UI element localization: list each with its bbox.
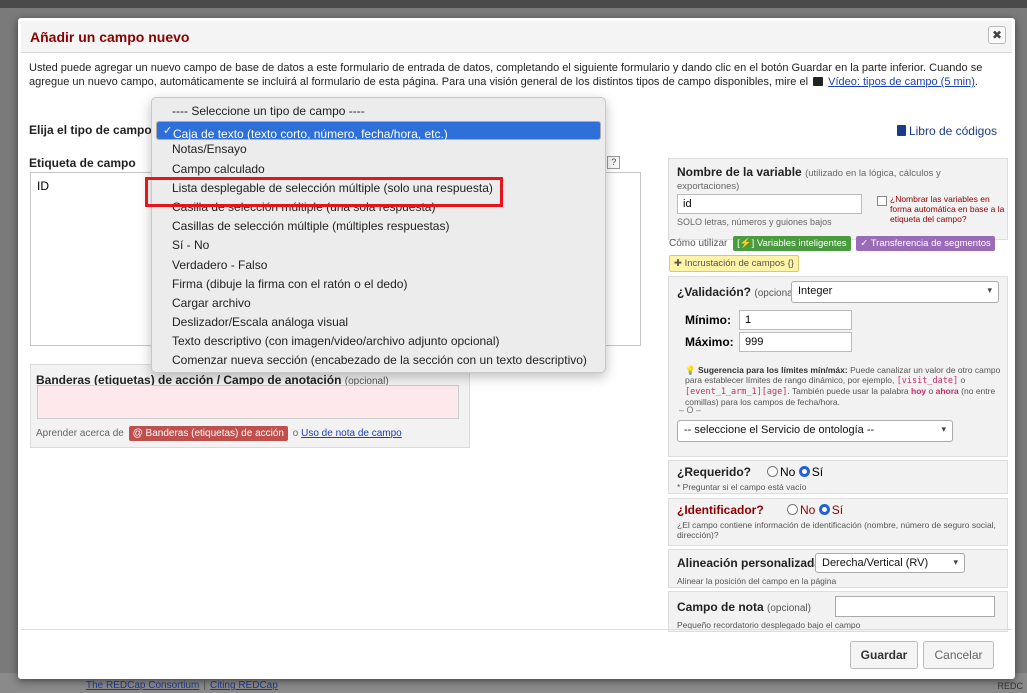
field-type-option[interactable]: Firma (dibuje la firma con el ratón o el… <box>152 275 605 294</box>
dialog-titlebar: Añadir un campo nuevo ✖ <box>21 21 1012 53</box>
ontology-select[interactable]: -- seleccione el Servicio de ontología -… <box>677 420 953 442</box>
field-type-option[interactable]: Notas/Ensayo <box>152 140 605 159</box>
field-type-option[interactable]: Texto descriptivo (con imagen/video/arch… <box>152 332 605 351</box>
field-label-heading: Etiqueta de campo <box>29 156 136 170</box>
validation-label: ¿Validación? (opcional) <box>677 285 799 299</box>
save-button[interactable]: Guardar <box>850 641 918 669</box>
identifier-note: ¿El campo contiene información de identi… <box>677 520 996 540</box>
lightbulb-icon: 💡 <box>685 365 696 375</box>
field-type-label: Elija el tipo de campo <box>29 123 152 137</box>
dialog-title: Añadir un campo nuevo <box>30 29 190 45</box>
smart-variables-button[interactable]: [⚡] Variables inteligentes <box>733 236 851 251</box>
alignment-label: Alineación personalizada <box>677 556 822 570</box>
auto-name-label: ¿Nombrar las variables en forma automáti… <box>890 194 1005 224</box>
citing-link[interactable]: Citing REDCap <box>210 680 278 691</box>
chevron-down-icon: ▾ <box>953 557 958 567</box>
field-type-dropdown: ---- Seleccione un tipo de campo ---- ✓ Ca… <box>151 97 606 373</box>
chevron-down-icon: ▾ <box>987 285 992 295</box>
field-type-option[interactable]: Deslizador/Escala análoga visual <box>152 313 605 332</box>
required-no-radio[interactable] <box>767 466 778 477</box>
checkmark-icon: ✓ <box>163 125 173 138</box>
variable-name-label: Nombre de la variable (utilizado en la l… <box>677 165 941 179</box>
min-max-suggestion: 💡 Sugerencia para los límites mín/máx: P… <box>685 365 1001 407</box>
required-section: ¿Requerido? No Sí * Preguntar si el camp… <box>668 460 1008 494</box>
how-to-row-2: ✚ Incrustación de campos {} <box>669 255 799 272</box>
identifier-yes-radio[interactable] <box>818 504 830 515</box>
required-yes-radio[interactable] <box>798 466 810 477</box>
film-icon <box>813 77 824 86</box>
alignment-select[interactable]: Derecha/Vertical (RV) ▾ <box>815 553 965 573</box>
min-input[interactable]: 1 <box>739 310 852 330</box>
required-label: ¿Requerido? <box>677 465 751 479</box>
highlight-box <box>145 177 503 207</box>
action-tags-button[interactable]: @ Banderas (etiquetas) de acción <box>128 426 288 441</box>
footer-links: The REDCap Consortium | Citing REDCap <box>86 680 278 691</box>
background-header <box>0 0 1027 8</box>
max-label: Máximo: <box>685 335 734 349</box>
variable-name-input[interactable]: id <box>677 194 862 214</box>
field-type-option[interactable]: Campo calculado <box>152 160 605 179</box>
alignment-note: Alinear la posición del campo en la pági… <box>677 576 837 586</box>
variable-name-section: Nombre de la variable (utilizado en la l… <box>668 158 1008 240</box>
or-separator: – O – <box>679 405 702 415</box>
field-note-label: Campo de nota (opcional) <box>677 600 811 614</box>
identifier-no-radio[interactable] <box>787 504 798 515</box>
field-type-option[interactable]: Verdadero - Falso <box>152 256 605 275</box>
video-link[interactable]: Vídeo: tipos de campo (5 min) <box>828 76 975 88</box>
dialog-footer-divider <box>21 629 1012 630</box>
validation-section: ¿Validación? (opcional) Integer ▾ Mínimo:… <box>668 276 1008 457</box>
cancel-button[interactable]: Cancelar <box>923 641 994 669</box>
close-icon[interactable]: ✖ <box>988 26 1006 44</box>
field-type-option[interactable]: Casillas de selección múltiple (múltiple… <box>152 217 605 236</box>
field-type-option[interactable]: Cargar archivo <box>152 294 605 313</box>
field-note-input[interactable] <box>835 596 995 617</box>
identifier-section: ¿Identificador? No Sí ¿El campo contiene… <box>668 498 1008 546</box>
chevron-down-icon: ▾ <box>941 424 946 434</box>
action-tags-section: Banderas (etiquetas) de acción / Campo d… <box>30 364 470 448</box>
how-to-row: Cómo utilizar [⚡] Variables inteligentes… <box>669 236 995 251</box>
consortium-link[interactable]: The REDCap Consortium <box>86 680 199 691</box>
required-note: * Preguntar si el campo está vacío <box>677 482 807 492</box>
required-options: No Sí <box>767 465 823 479</box>
identifier-label: ¿Identificador? <box>677 503 764 517</box>
codebook-link[interactable]: Libro de códigos <box>896 124 997 138</box>
field-embedding-button[interactable]: ✚ Incrustación de campos {} <box>669 255 799 272</box>
field-note-section: Campo de nota (opcional) Pequeño recorda… <box>668 591 1008 632</box>
action-tags-input[interactable] <box>37 385 459 419</box>
help-icon[interactable]: ? <box>607 156 621 169</box>
alignment-section: Alineación personalizada Derecha/Vertica… <box>668 549 1008 588</box>
footer-right-text: REDC <box>997 681 1023 691</box>
identifier-options: No Sí <box>787 503 843 517</box>
intro-text: Usted puede agregar un nuevo campo de ba… <box>29 62 983 88</box>
piping-button[interactable]: ✓ Transferencia de segmentos <box>856 236 995 251</box>
action-tags-learn: Aprender acerca de @ Banderas (etiquetas… <box>36 426 402 441</box>
field-type-option[interactable]: ---- Seleccione un tipo de campo ---- <box>152 102 605 121</box>
auto-name-checkbox[interactable] <box>877 196 887 206</box>
field-type-option[interactable]: Comenzar nueva sección (encabezado de la… <box>152 351 605 370</box>
field-note-link[interactable]: Uso de nota de campo <box>301 428 402 439</box>
validation-select[interactable]: Integer ▾ <box>791 281 999 303</box>
book-icon <box>896 125 906 136</box>
field-type-option[interactable]: Sí - No <box>152 236 605 255</box>
min-label: Mínimo: <box>685 313 731 327</box>
variable-name-note: SOLO letras, números y guiones bajos <box>677 217 832 227</box>
field-type-option[interactable]: ✓ Caja de texto (texto corto, número, fec… <box>156 121 601 141</box>
max-input[interactable]: 999 <box>739 332 852 352</box>
